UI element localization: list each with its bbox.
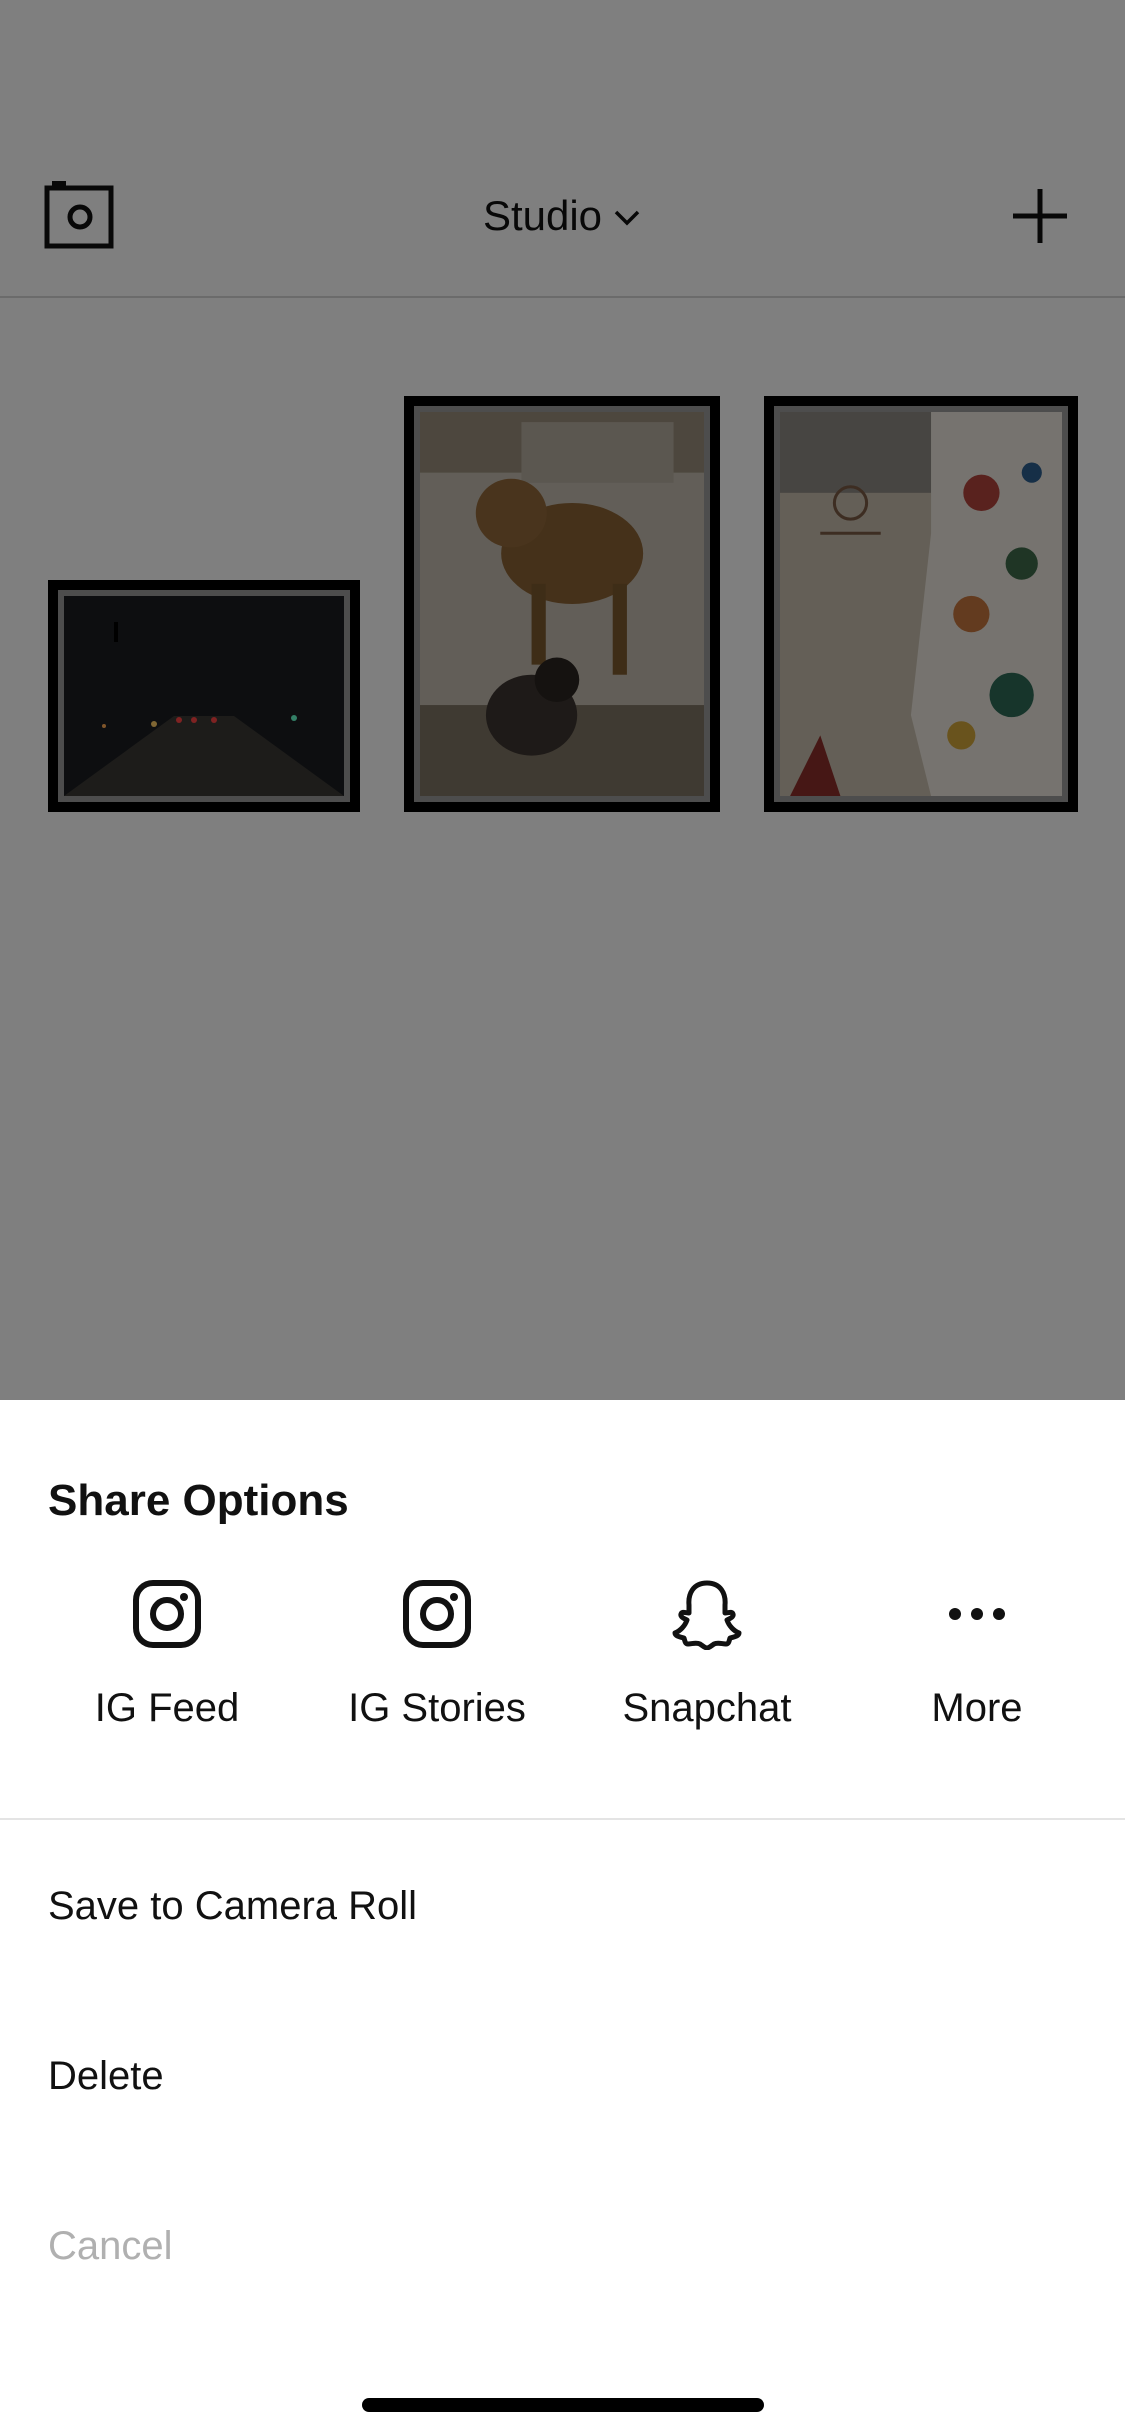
instagram-icon bbox=[403, 1580, 471, 1648]
sheet-title: Share Options bbox=[48, 1476, 349, 1525]
share-target-label: IG Feed bbox=[94, 1686, 240, 1730]
share-target-label: IG Stories bbox=[348, 1686, 526, 1730]
sheet-divider bbox=[0, 1818, 1125, 1820]
share-target-label: More bbox=[931, 1686, 1023, 1730]
share-ig-stories-button[interactable]: IG Stories bbox=[307, 1578, 567, 1758]
instagram-icon bbox=[133, 1580, 201, 1648]
cancel-button[interactable]: Cancel bbox=[48, 2224, 173, 2269]
share-ig-feed-button[interactable]: IG Feed bbox=[37, 1578, 297, 1758]
save-to-camera-roll-button[interactable]: Save to Camera Roll bbox=[48, 1884, 417, 1929]
modal-dim-overlay[interactable] bbox=[0, 0, 1125, 1400]
home-indicator[interactable] bbox=[362, 2398, 764, 2412]
share-snapchat-button[interactable]: Snapchat bbox=[577, 1578, 837, 1758]
share-target-label: Snapchat bbox=[622, 1686, 792, 1730]
snapchat-icon bbox=[672, 1580, 742, 1650]
studio-screen: Studio bbox=[0, 0, 1125, 2436]
share-more-button[interactable]: More bbox=[847, 1578, 1107, 1758]
more-dots-icon bbox=[949, 1608, 1005, 1620]
share-bottom-sheet: Share Options IG Feed IG Stories Snapcha… bbox=[0, 1400, 1125, 2436]
delete-button[interactable]: Delete bbox=[48, 2054, 164, 2099]
share-targets-row: IG Feed IG Stories Snapchat More bbox=[0, 1578, 1125, 1758]
